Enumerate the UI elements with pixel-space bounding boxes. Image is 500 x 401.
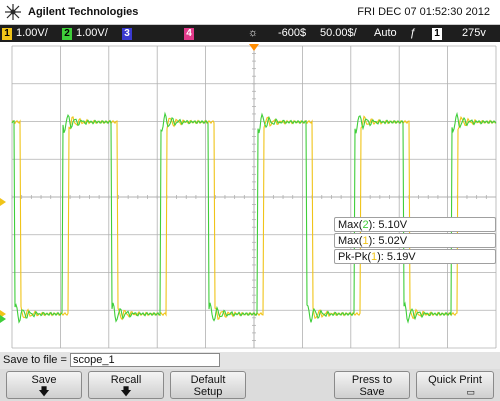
- default-setup-label-1: Default: [190, 374, 226, 386]
- arrow-down-icon: 🡇: [120, 386, 132, 398]
- trigger-mode[interactable]: Auto: [374, 27, 397, 39]
- measurement-max-ch1: Max(1): 5.02V: [334, 233, 496, 248]
- printer-icon: ▭: [466, 387, 475, 397]
- measurement-label: Max(: [338, 235, 363, 247]
- status-bar: 1 1.00V/ 2 1.00V/ 3 4 ☼ -600$ 50.00$/ Auto…: [0, 25, 500, 42]
- save-button[interactable]: Save 🡇: [6, 371, 82, 399]
- brand-name: Agilent Technologies: [28, 6, 139, 18]
- save-to-file-bar: Save to file = scope_1: [0, 352, 500, 369]
- measurement-max-ch2: Max(2): 5.10V: [334, 217, 496, 232]
- waveform-display[interactable]: Max(2): 5.10V Max(1): 5.02V Pk-Pk(1): 5.…: [0, 42, 500, 352]
- title-bar: Agilent Technologies FRI DEC 07 01:52:30…: [0, 0, 500, 25]
- measurement-value: ): 5.02V: [368, 235, 408, 247]
- recall-button-label: Recall: [110, 374, 142, 386]
- ch2-ground-marker[interactable]: [0, 315, 6, 323]
- trigger-level[interactable]: 275v: [462, 27, 486, 39]
- save-to-file-label: Save to file =: [3, 354, 67, 366]
- ch3-badge: 3: [122, 28, 132, 40]
- timebase[interactable]: 50.00$/: [320, 27, 357, 39]
- ch3-indicator[interactable]: 3: [122, 27, 136, 40]
- ch1-scale[interactable]: 1 1.00V/: [2, 27, 48, 40]
- waveform-graticule: [0, 44, 497, 349]
- trigger-level-marker[interactable]: [0, 198, 6, 206]
- sun-icon: ☼: [248, 27, 259, 39]
- save-button-label: Save: [31, 374, 57, 386]
- ch2-scale[interactable]: 2 1.00V/: [62, 27, 108, 40]
- arrow-down-icon: 🡇: [38, 386, 50, 398]
- default-setup-label-2: Setup: [193, 386, 223, 398]
- softkey-bar: Save 🡇 Recall 🡇 Default Setup Press to S…: [0, 369, 500, 401]
- measurement-pkpk-ch1: Pk-Pk(1): 5.19V: [334, 249, 496, 264]
- measurement-value: ): 5.19V: [377, 251, 416, 263]
- recall-button[interactable]: Recall 🡇: [88, 371, 164, 399]
- filename-field[interactable]: scope_1: [70, 353, 220, 367]
- ch2-badge: 2: [62, 28, 72, 40]
- trigger-position-marker[interactable]: [249, 44, 259, 51]
- trigger-delay[interactable]: -600$: [278, 27, 306, 39]
- measurement-value: ): 5.10V: [368, 219, 408, 231]
- ch4-badge: 4: [184, 28, 194, 40]
- datetime: FRI DEC 07 01:52:30 2012: [357, 6, 490, 18]
- ch2-scale-value: 1.00V/: [76, 27, 108, 39]
- ch4-indicator[interactable]: 4: [184, 27, 198, 40]
- ch1-scale-value: 1.00V/: [16, 27, 48, 39]
- measurement-label: Pk-Pk(: [338, 251, 371, 263]
- trigger-source-badge: 1: [432, 28, 442, 40]
- ch1-badge: 1: [2, 28, 12, 40]
- quick-print-button[interactable]: Quick Print ▭: [416, 371, 494, 399]
- trigger-slope-icon: ƒ: [410, 27, 417, 39]
- measurement-label: Max(: [338, 219, 363, 231]
- quick-print-label: Quick Print: [428, 374, 482, 386]
- agilent-logo-icon: [5, 4, 21, 20]
- trigger-source[interactable]: 1: [432, 27, 446, 40]
- press-to-save-label-1: Press to: [351, 374, 393, 386]
- press-to-save-label-2: Save: [359, 386, 385, 398]
- default-setup-button[interactable]: Default Setup: [170, 371, 246, 399]
- press-to-save-button[interactable]: Press to Save: [334, 371, 410, 399]
